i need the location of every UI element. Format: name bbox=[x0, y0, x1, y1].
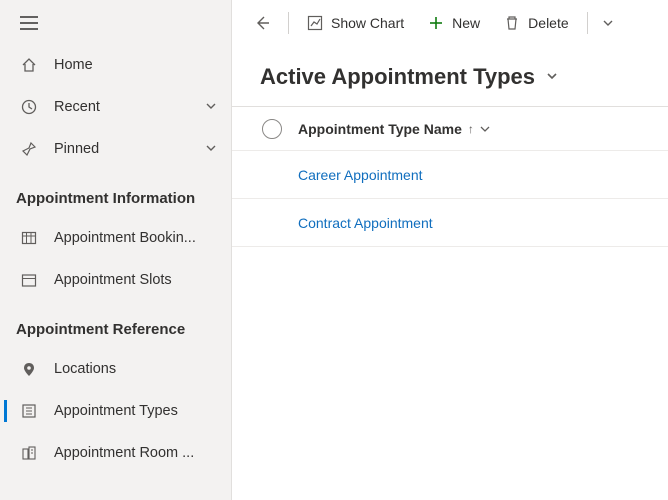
sidebar: Home Recent Pinned Appointment Informati… bbox=[0, 0, 232, 500]
sidebar-item-home[interactable]: Home bbox=[0, 44, 231, 86]
table-row[interactable]: Contract Appointment bbox=[232, 199, 668, 247]
arrow-left-icon bbox=[254, 15, 270, 31]
circle-icon bbox=[262, 119, 282, 139]
delete-button[interactable]: Delete bbox=[494, 6, 578, 40]
back-button[interactable] bbox=[244, 6, 280, 40]
chevron-down-icon bbox=[602, 17, 614, 29]
delete-split-button[interactable] bbox=[596, 6, 620, 40]
sort-ascending-icon: ↑ bbox=[468, 122, 474, 136]
sidebar-item-label: Appointment Bookin... bbox=[54, 230, 217, 246]
button-label: Delete bbox=[528, 15, 568, 31]
separator bbox=[288, 12, 289, 34]
location-pin-icon bbox=[20, 360, 38, 378]
command-bar: Show Chart New Delete bbox=[232, 0, 668, 46]
show-chart-button[interactable]: Show Chart bbox=[297, 6, 414, 40]
chevron-down-icon bbox=[480, 124, 490, 134]
column-header-label: Appointment Type Name bbox=[298, 121, 462, 137]
main-area: Show Chart New Delete Active Appointment… bbox=[232, 0, 668, 500]
chevron-down-icon bbox=[205, 99, 217, 115]
clock-icon bbox=[20, 98, 38, 116]
sidebar-item-label: Home bbox=[54, 57, 217, 73]
list-icon bbox=[20, 402, 38, 420]
view-title: Active Appointment Types bbox=[260, 64, 535, 90]
table-row[interactable]: Career Appointment bbox=[232, 151, 668, 199]
button-label: Show Chart bbox=[331, 15, 404, 31]
pin-icon bbox=[20, 140, 38, 158]
sidebar-item-pinned[interactable]: Pinned bbox=[0, 128, 231, 170]
chevron-down-icon bbox=[545, 69, 559, 83]
sidebar-item-label: Recent bbox=[54, 99, 205, 115]
chevron-down-icon bbox=[205, 141, 217, 157]
grid-header-row: Appointment Type Name ↑ bbox=[232, 107, 668, 151]
data-grid: Appointment Type Name ↑ Career Appointme… bbox=[232, 106, 668, 247]
record-link[interactable]: Career Appointment bbox=[250, 167, 648, 183]
button-label: New bbox=[452, 15, 480, 31]
new-button[interactable]: New bbox=[418, 6, 490, 40]
view-selector-button[interactable] bbox=[545, 69, 559, 86]
calendar-grid-icon bbox=[20, 229, 38, 247]
separator bbox=[587, 12, 588, 34]
column-header-name[interactable]: Appointment Type Name ↑ bbox=[294, 121, 648, 137]
sidebar-item-label: Pinned bbox=[54, 141, 205, 157]
hamburger-button[interactable] bbox=[0, 6, 231, 44]
select-all-checkbox[interactable] bbox=[250, 119, 294, 139]
record-link[interactable]: Contract Appointment bbox=[250, 215, 648, 231]
building-icon bbox=[20, 444, 38, 462]
sidebar-item-appointment-slots[interactable]: Appointment Slots bbox=[0, 259, 231, 301]
menu-icon bbox=[20, 16, 38, 30]
sidebar-item-appointment-room[interactable]: Appointment Room ... bbox=[0, 432, 231, 474]
sidebar-item-label: Appointment Types bbox=[54, 403, 217, 419]
sidebar-item-locations[interactable]: Locations bbox=[0, 348, 231, 390]
sidebar-item-label: Locations bbox=[54, 361, 217, 377]
chart-icon bbox=[307, 15, 323, 31]
calendar-icon bbox=[20, 271, 38, 289]
trash-icon bbox=[504, 15, 520, 31]
sidebar-item-recent[interactable]: Recent bbox=[0, 86, 231, 128]
section-header-appointment-information: Appointment Information bbox=[0, 170, 231, 217]
sidebar-item-appointment-types[interactable]: Appointment Types bbox=[0, 390, 231, 432]
sidebar-item-appointment-booking[interactable]: Appointment Bookin... bbox=[0, 217, 231, 259]
section-header-appointment-reference: Appointment Reference bbox=[0, 301, 231, 348]
sidebar-item-label: Appointment Slots bbox=[54, 272, 217, 288]
home-icon bbox=[20, 56, 38, 74]
plus-icon bbox=[428, 15, 444, 31]
sidebar-item-label: Appointment Room ... bbox=[54, 445, 217, 461]
